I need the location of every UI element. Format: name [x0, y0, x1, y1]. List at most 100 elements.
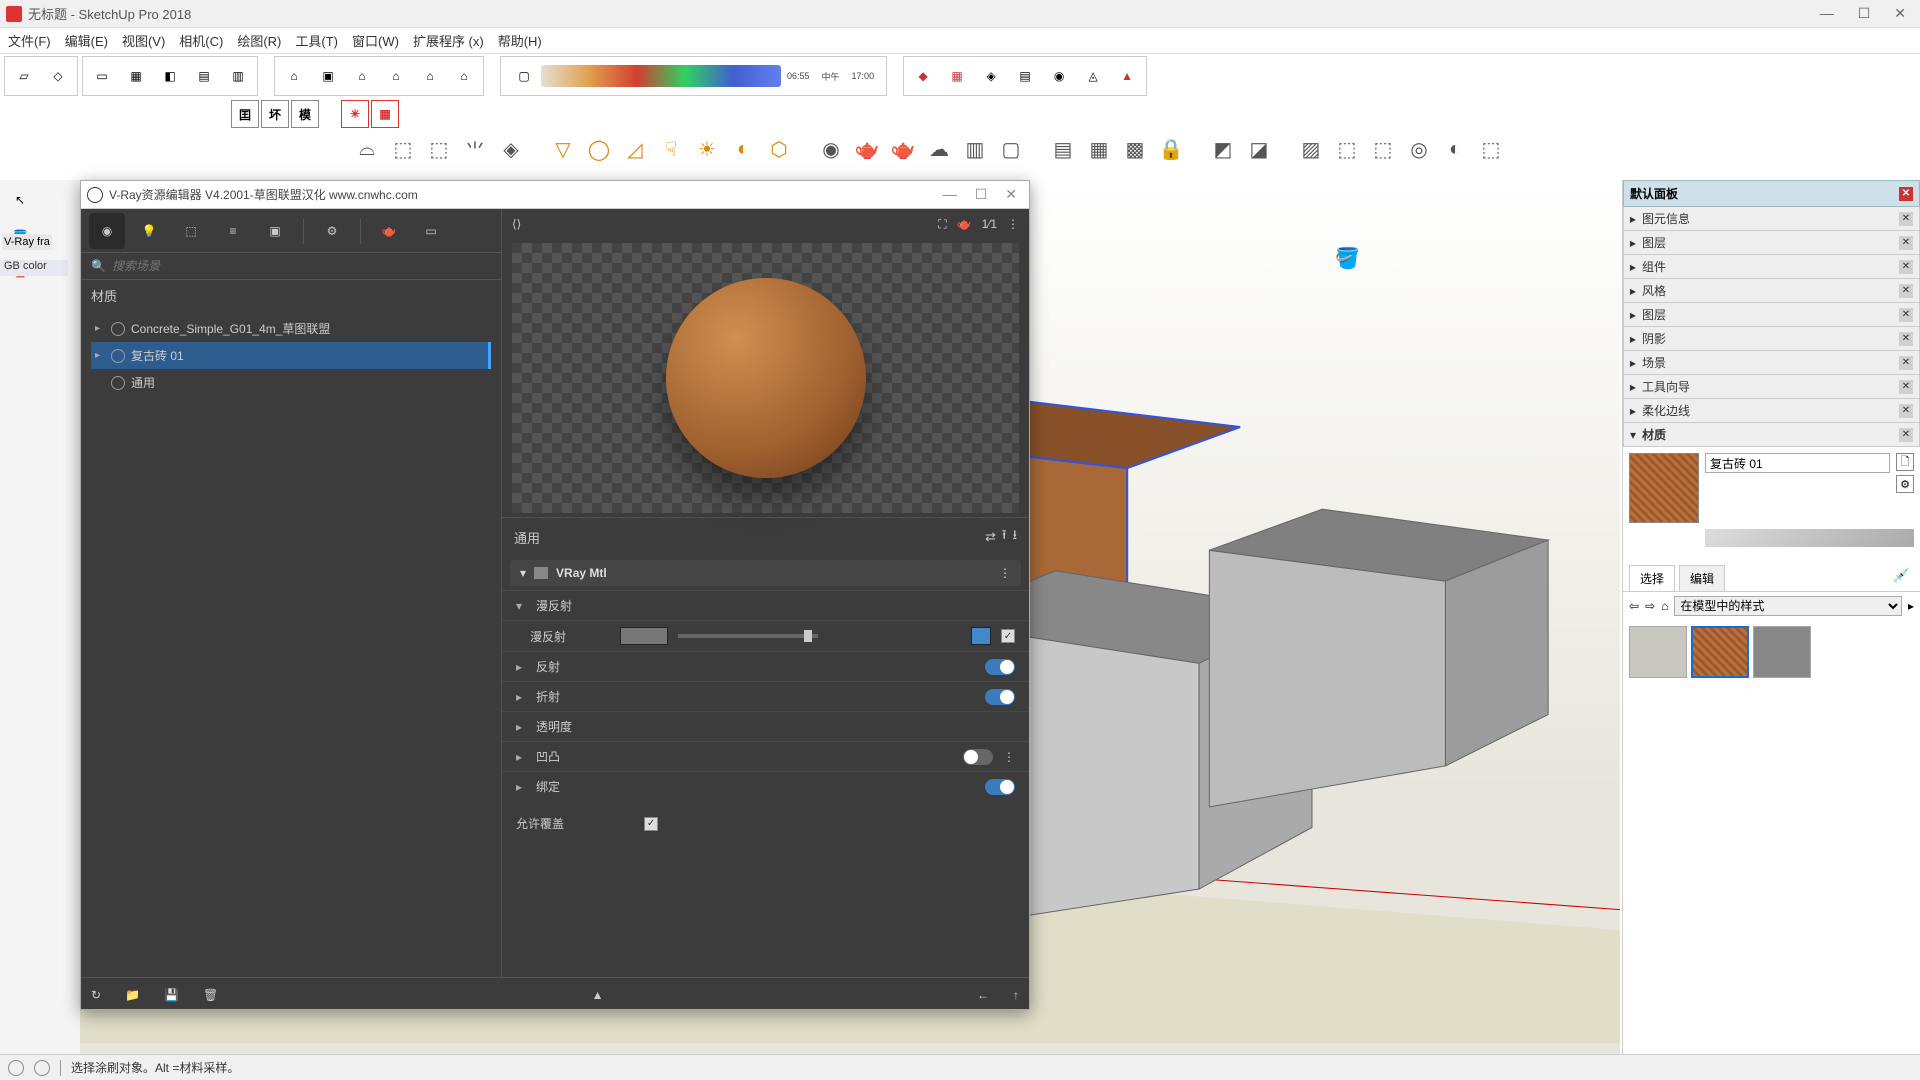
menu-window[interactable]: 窗口(W) — [352, 31, 399, 50]
vray-expand-icon[interactable]: ⛶ — [938, 217, 946, 232]
vray-tab-settings-icon[interactable]: ⚙ — [314, 213, 350, 249]
style-xray-icon[interactable]: ▤ — [187, 59, 221, 93]
view-iso-icon[interactable]: ⌂ — [277, 59, 311, 93]
vray-bind-toggle[interactable] — [985, 779, 1015, 795]
sandbox-6-icon[interactable]: ◬ — [1076, 59, 1110, 93]
vray-diffuse-checkbox[interactable]: ✓ — [1001, 629, 1015, 643]
menu-help[interactable]: 帮助(H) — [498, 31, 542, 50]
sec-soften[interactable]: ▸柔化边线✕ — [1623, 399, 1920, 423]
view-front-icon[interactable]: ⌂ — [345, 59, 379, 93]
vr-viewport-icon[interactable]: ▥ — [958, 132, 992, 166]
vray-mat-brick[interactable]: ▸ 复古砖 01 — [91, 342, 491, 369]
vr-tag-icon[interactable]: ◈ — [494, 132, 528, 166]
vray-reflect-row[interactable]: ▸反射 — [502, 651, 1029, 681]
vr-util6-icon[interactable]: ⬚ — [1474, 132, 1508, 166]
vray-diffuse-section[interactable]: ▾漫反射 — [502, 590, 1029, 620]
vray-bind-row[interactable]: ▸绑定 — [502, 771, 1029, 801]
vray-export-icon[interactable]: ⭳ — [1012, 526, 1017, 548]
vray-tab-materials-icon[interactable]: ◉ — [89, 213, 125, 249]
vr-util3-icon[interactable]: ⬚ — [1366, 132, 1400, 166]
vr-cube-icon[interactable]: ⬚ — [386, 132, 420, 166]
sandbox-7-icon[interactable]: ▲ — [1110, 59, 1144, 93]
grid-icon[interactable]: ▦ — [371, 100, 399, 128]
menu-camera[interactable]: 相机(C) — [179, 31, 223, 50]
text-btn-1[interactable]: 囯 — [231, 100, 259, 128]
vray-maximize-button[interactable]: ☐ — [975, 186, 988, 203]
vray-shader-menu-icon[interactable]: ⋮ — [999, 566, 1011, 580]
vr-light-rect-icon[interactable]: ▽ — [546, 132, 580, 166]
vr-light-ies-icon[interactable]: ☟ — [654, 132, 688, 166]
mat-create-icon[interactable]: 🗋 — [1896, 453, 1914, 471]
vray-purge-icon[interactable]: ▲ — [592, 988, 604, 1002]
vr-obj2-icon[interactable]: ◪ — [1242, 132, 1276, 166]
vr-util5-icon[interactable]: ◐ — [1438, 132, 1472, 166]
vr-batch-icon[interactable]: ▦ — [1082, 132, 1116, 166]
select-tool-icon[interactable]: ↖ — [4, 184, 36, 216]
eyedropper-icon[interactable]: 💉 — [1889, 565, 1914, 591]
sec-styles[interactable]: ▸风格✕ — [1623, 279, 1920, 303]
vr-util2-icon[interactable]: ⬚ — [1330, 132, 1364, 166]
vray-folder-icon[interactable]: 📁 — [125, 988, 140, 1002]
vr-lock-icon[interactable]: 🔒 — [1154, 132, 1188, 166]
vr-cloud-icon[interactable]: ☁ — [922, 132, 956, 166]
tray-header[interactable]: 默认面板 ✕ — [1623, 180, 1920, 207]
sec-materials[interactable]: ▾材质✕ — [1623, 423, 1920, 447]
style-wireframe-icon[interactable]: ▱ — [7, 59, 41, 93]
vray-tab-render-icon[interactable]: ▣ — [257, 213, 293, 249]
help-icon[interactable] — [8, 1060, 24, 1076]
sec-shadows[interactable]: ▸阴影✕ — [1623, 327, 1920, 351]
text-btn-2[interactable]: 坏 — [261, 100, 289, 128]
vray-diffuse-swatch[interactable] — [620, 627, 668, 645]
vr-teapot2-icon[interactable]: 🫖 — [886, 132, 920, 166]
vray-preview-menu-icon[interactable]: ⋮ — [1007, 217, 1019, 231]
vray-tab-lights-icon[interactable]: 💡 — [131, 213, 167, 249]
nav-back-icon[interactable]: ⇦ — [1629, 599, 1639, 613]
vr-light-sphere-icon[interactable]: ◯ — [582, 132, 616, 166]
vr-obj1-icon[interactable]: ◩ — [1206, 132, 1240, 166]
sec-components[interactable]: ▸组件✕ — [1623, 255, 1920, 279]
sec-instructor[interactable]: ▸工具向导✕ — [1623, 375, 1920, 399]
vr-util1-icon[interactable]: ▨ — [1294, 132, 1328, 166]
style-mono-icon[interactable]: ◧ — [153, 59, 187, 93]
nav-home-icon[interactable]: ⌂ — [1661, 599, 1668, 613]
vray-swap-icon[interactable]: ⇄ — [985, 529, 996, 545]
menu-tools[interactable]: 工具(T) — [295, 31, 338, 50]
vray-minimize-button[interactable]: — — [943, 186, 957, 203]
vr-fb-icon[interactable]: ▤ — [1046, 132, 1080, 166]
vr-history-icon[interactable]: ▩ — [1118, 132, 1152, 166]
time-scale[interactable] — [541, 65, 781, 87]
style-shaded-icon[interactable]: ▭ — [85, 59, 119, 93]
sandbox-1-icon[interactable]: ◆ — [906, 59, 940, 93]
menu-edit[interactable]: 编辑(E) — [65, 31, 108, 50]
material-preview-thumb[interactable] — [1629, 453, 1699, 523]
view-right-icon[interactable]: ⌂ — [379, 59, 413, 93]
vr-cube2-icon[interactable]: ⬚ — [422, 132, 456, 166]
vray-save-icon[interactable]: 💾 — [164, 988, 179, 1002]
menu-view[interactable]: 视图(V) — [122, 31, 165, 50]
style-textured-icon[interactable]: ▦ — [119, 59, 153, 93]
vray-back-icon[interactable]: ⟨⟩ — [512, 217, 521, 231]
vray-bump-menu-icon[interactable]: ⋮ — [1003, 750, 1015, 764]
vray-tab-geometry-icon[interactable]: ⬚ — [173, 213, 209, 249]
swatch-concrete[interactable] — [1629, 626, 1687, 678]
vray-titlebar[interactable]: V-Ray资源编辑器 V4.2001-草图联盟汉化 www.cnwhc.com … — [81, 181, 1029, 209]
vray-search-input[interactable] — [112, 259, 491, 273]
sec-layers2[interactable]: ▸图层✕ — [1623, 303, 1920, 327]
vr-grass-icon[interactable]: ⺌ — [458, 132, 492, 166]
sandbox-5-icon[interactable]: ◉ — [1042, 59, 1076, 93]
nav-fwd-icon[interactable]: ⇨ — [1645, 599, 1655, 613]
vray-nav-left-icon[interactable]: ← — [977, 988, 989, 1002]
swatch-grey[interactable] — [1753, 626, 1811, 678]
sun-icon[interactable]: ☀ — [341, 100, 369, 128]
view-back-icon[interactable]: ⌂ — [413, 59, 447, 93]
vray-refract-row[interactable]: ▸折射 — [502, 681, 1029, 711]
vray-refresh-icon[interactable]: ↻ — [91, 988, 101, 1002]
vr-teapot-icon[interactable]: 🫖 — [850, 132, 884, 166]
vr-light-dome-icon[interactable]: ◐ — [726, 132, 760, 166]
menu-file[interactable]: 文件(F) — [8, 31, 51, 50]
vray-import-icon[interactable]: ⭱ — [1002, 526, 1007, 548]
vray-mat-concrete[interactable]: ▸ Concrete_Simple_G01_4m_草图联盟 — [91, 315, 491, 342]
menu-ext[interactable]: 扩展程序 (x) — [413, 31, 484, 50]
vr-light-spot-icon[interactable]: ◿ — [618, 132, 652, 166]
vr-light-sun-icon[interactable]: ☀ — [690, 132, 724, 166]
